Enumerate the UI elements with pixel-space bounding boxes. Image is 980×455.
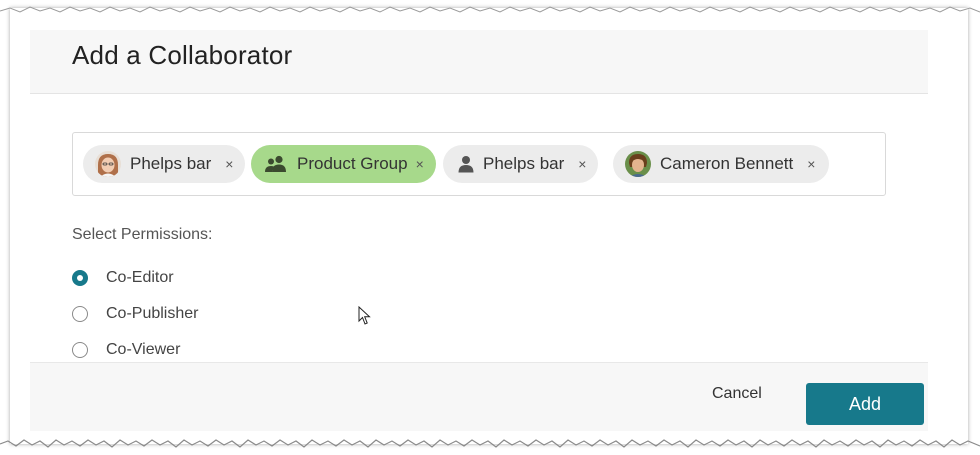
avatar [95,151,121,177]
add-collaborator-dialog: Add a Collaborator Phelps bar × Product … [30,30,928,431]
add-button[interactable]: Add [806,383,924,425]
avatar [625,151,651,177]
close-icon[interactable]: × [807,156,815,172]
mouse-cursor-icon [358,306,371,325]
collaborator-input[interactable]: Phelps bar × Product Group × Phelps bar … [72,132,886,196]
torn-bottom-edge [0,439,980,448]
user-icon [457,155,475,173]
close-icon[interactable]: × [416,156,424,172]
cancel-button[interactable]: Cancel [712,385,762,403]
permission-option-label: Co-Publisher [106,305,199,322]
dialog-title: Add a Collaborator [72,40,293,70]
collaborator-chip[interactable]: Phelps bar × [83,145,246,183]
radio-selected-icon[interactable] [72,270,88,286]
permission-option-co-publisher[interactable]: Co-Publisher [72,302,198,326]
chip-label: Cameron Bennett [660,154,794,173]
collaborator-chip[interactable]: Product Group × [251,145,436,183]
dialog-footer: Cancel Add [30,362,928,431]
permission-option-label: Co-Viewer [106,341,181,358]
dialog-header: Add a Collaborator [30,30,928,94]
permission-option-co-viewer[interactable]: Co-Viewer [72,338,180,362]
chip-label: Phelps bar [130,154,212,173]
chip-label: Product Group [297,154,408,173]
close-icon[interactable]: × [578,156,586,172]
torn-top-edge [0,6,980,13]
permission-option-label: Co-Editor [106,269,174,286]
permissions-label: Select Permissions: [72,226,213,243]
collaborator-chip[interactable]: Cameron Bennett × [613,145,830,183]
radio-icon[interactable] [72,306,88,322]
collaborator-chip[interactable]: Phelps bar × [443,145,599,183]
group-icon [265,155,289,173]
radio-icon[interactable] [72,342,88,358]
close-icon[interactable]: × [225,156,233,172]
permission-option-co-editor[interactable]: Co-Editor [72,266,174,290]
chip-label: Phelps bar [483,154,565,173]
